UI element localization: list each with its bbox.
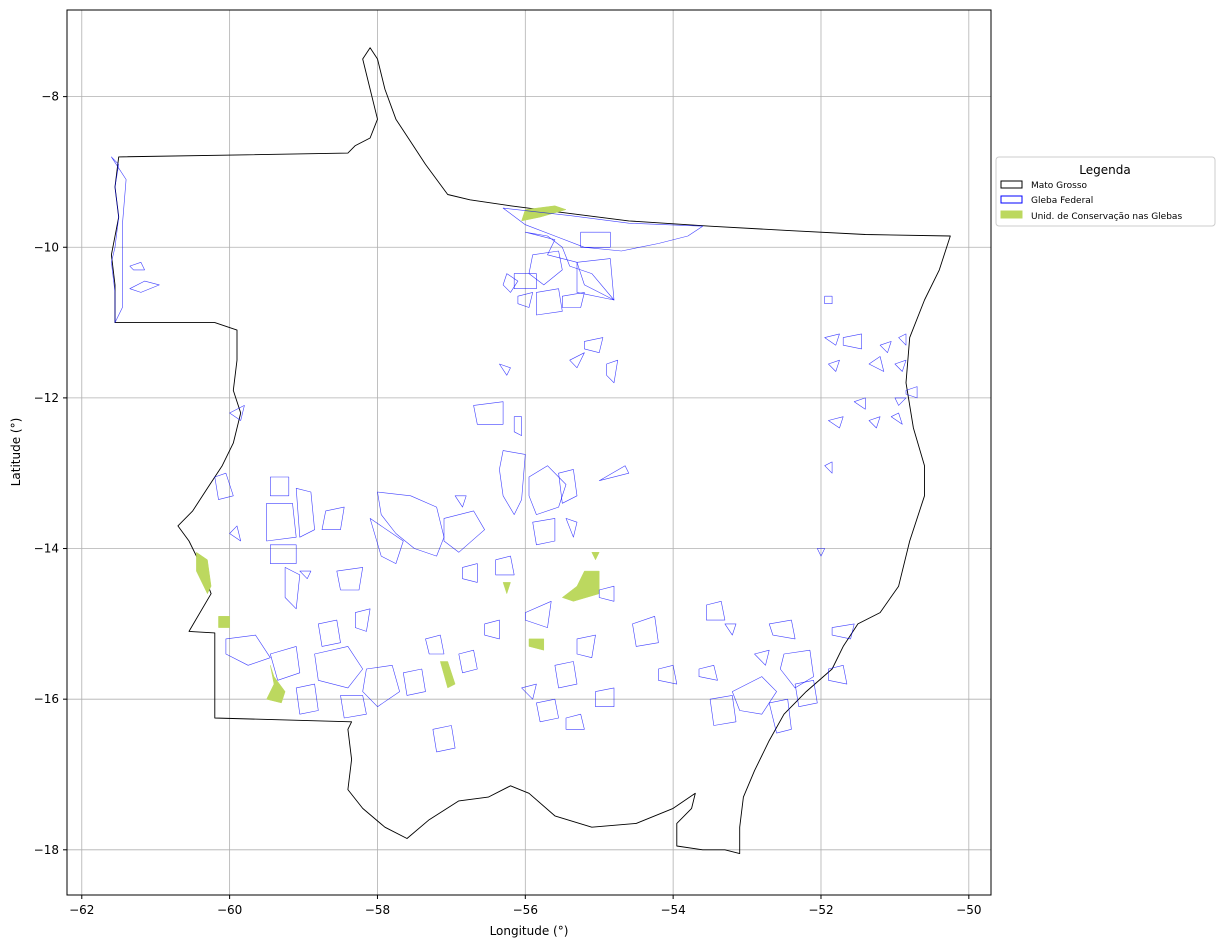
x-tick-label: −60 <box>217 903 242 917</box>
x-tick-label: −54 <box>660 903 685 917</box>
y-tick-label: −18 <box>34 843 59 857</box>
figure-background <box>0 0 1224 948</box>
conservation-unit-polygon <box>218 616 230 628</box>
legend-label-unid-conservacao: Unid. de Conservação nas Glebas <box>1031 212 1182 222</box>
x-axis-label: Longitude (°) <box>490 924 569 938</box>
map-figure: −62 −60 −58 −56 −54 −52 −50 −8 −10 −12 −14 −16 −18 L… <box>0 0 1224 948</box>
y-axis-label: Latitude (°) <box>9 418 23 487</box>
legend-label-mato-grosso: Mato Grosso <box>1031 181 1088 191</box>
y-tick-label: −12 <box>34 391 59 405</box>
y-tick-label: −8 <box>41 90 59 104</box>
x-tick-label: −62 <box>69 903 94 917</box>
x-tick-label: −58 <box>365 903 390 917</box>
x-tick-label: −56 <box>513 903 538 917</box>
legend-label-gleba-federal: Gleba Federal <box>1031 196 1093 206</box>
y-tick-label: −14 <box>34 542 59 556</box>
legend: Legenda Mato Grosso Gleba Federal Unid. … <box>995 156 1216 227</box>
x-tick-label: −52 <box>808 903 833 917</box>
y-tick-label: −10 <box>34 240 59 254</box>
legend-title: Legenda <box>1079 163 1130 177</box>
x-tick-label: −50 <box>956 903 981 917</box>
y-tick-label: −16 <box>34 692 59 706</box>
legend-swatch-unid-conservacao <box>1000 210 1023 219</box>
